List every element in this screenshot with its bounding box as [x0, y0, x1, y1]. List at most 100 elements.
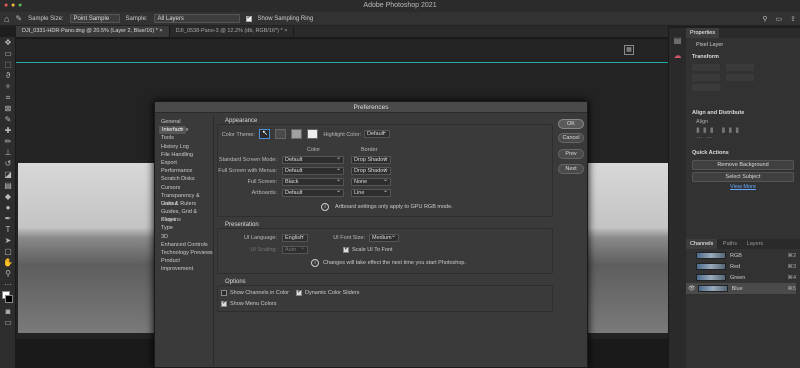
nav-enhanced-controls[interactable]: Enhanced Controls [159, 241, 213, 249]
share-icon[interactable]: ⇪ [790, 15, 796, 23]
screen-mode-icon[interactable]: ▭ [1, 317, 15, 328]
artboards-color-select[interactable]: Default [282, 188, 344, 197]
ok-button[interactable]: OK [558, 119, 584, 129]
pen-tool-icon[interactable]: ✒ [1, 213, 15, 224]
y-field[interactable] [726, 74, 754, 81]
healing-brush-tool-icon[interactable]: ✚ [1, 125, 15, 136]
eyedropper-icon[interactable]: ✎ [15, 14, 22, 23]
background-color[interactable] [5, 295, 13, 303]
view-more-link[interactable]: View More [686, 184, 800, 190]
quick-actions-section[interactable]: Quick Actions [686, 148, 800, 158]
standard-screen-color-select[interactable]: Default [282, 155, 344, 164]
nav-units-rulers[interactable]: Units & Rulers [159, 200, 213, 208]
angle-field[interactable] [692, 84, 720, 91]
marquee-tool-icon[interactable]: ⬚ [1, 59, 15, 70]
nav-type[interactable]: Type [159, 224, 213, 232]
ui-font-size-select[interactable]: Medium [369, 233, 399, 242]
sample-size-select[interactable]: Point Sample [69, 14, 120, 23]
blur-tool-icon[interactable]: ◆ [1, 191, 15, 202]
eyedropper-tool-icon[interactable]: ✎ [1, 114, 15, 125]
nav-performance[interactable]: Performance [159, 167, 213, 175]
align-distribute-section[interactable]: Align and Distribute [686, 108, 800, 118]
maximize-window-icon[interactable]: ● [18, 0, 22, 12]
frame-tool-icon[interactable]: ⊠ [1, 103, 15, 114]
theme-swatch-lightest[interactable] [307, 129, 318, 139]
close-tab-icon[interactable]: × [284, 28, 287, 34]
libraries-panel-icon[interactable]: ☁ [669, 51, 686, 60]
quick-mask-icon[interactable]: ◙ [1, 306, 15, 317]
history-panel-icon[interactable]: ▤ [669, 36, 686, 45]
quick-select-tool-icon[interactable]: ✧ [1, 81, 15, 92]
nav-tools[interactable]: Tools [159, 134, 213, 142]
highlight-color-select[interactable]: Default [364, 129, 390, 138]
ui-language-select[interactable]: English [282, 233, 308, 242]
crop-tool-icon[interactable]: ⌗ [1, 92, 15, 103]
minimize-window-icon[interactable]: ● [11, 0, 15, 12]
close-window-icon[interactable]: ● [4, 0, 8, 12]
more-tools-icon[interactable]: ··· [1, 279, 15, 290]
select-subject-button[interactable]: Select Subject [692, 172, 794, 182]
height-field[interactable] [726, 64, 754, 71]
nav-export[interactable]: Export [159, 159, 213, 167]
show-channels-color-checkbox[interactable] [221, 290, 227, 296]
prev-button[interactable]: Prev [558, 149, 584, 159]
artboard-icon[interactable]: ▦ [624, 45, 634, 55]
type-tool-icon[interactable]: T [1, 224, 15, 235]
nav-interface[interactable]: Interface [159, 125, 187, 135]
dynamic-color-sliders-checkbox[interactable] [296, 288, 302, 296]
tab-channels[interactable]: Channels [686, 239, 718, 249]
nav-cursors[interactable]: Cursors [159, 184, 213, 192]
move-tool-icon[interactable]: ✥ [1, 37, 15, 48]
transform-section[interactable]: Transform [686, 52, 800, 62]
theme-swatch-dark[interactable] [275, 129, 286, 139]
close-tab-icon[interactable]: × [159, 28, 162, 34]
tab-paths[interactable]: Paths [719, 239, 741, 249]
ui-scaling-select[interactable]: Auto [282, 245, 308, 254]
nav-history-log[interactable]: History Log [159, 143, 213, 151]
doc-tab-1[interactable]: DJI_0331-HDR-Pano.dng @ 20.5% (Layer 2, … [16, 26, 170, 37]
full-screen-menus-border-select[interactable]: Drop Shadow [351, 166, 391, 175]
brush-tool-icon[interactable]: ✏ [1, 136, 15, 147]
remove-background-button[interactable]: Remove Background [692, 160, 794, 170]
nav-general[interactable]: General [159, 118, 213, 126]
artboards-border-select[interactable]: Line [351, 188, 391, 197]
workspace-icon[interactable]: ▭ [776, 15, 783, 23]
nav-product-improvement[interactable]: Product Improvement [159, 257, 213, 272]
gradient-tool-icon[interactable]: ▤ [1, 180, 15, 191]
channel-blue[interactable]: 👁 Blue ⌘5 [686, 283, 796, 294]
nav-plugins[interactable]: Plug-ins [159, 216, 213, 224]
dodge-tool-icon[interactable]: ● [1, 202, 15, 213]
standard-screen-border-select[interactable]: Drop Shadow [351, 155, 391, 164]
show-menu-colors-checkbox[interactable] [221, 299, 227, 307]
next-button[interactable]: Next [558, 164, 584, 174]
align-buttons[interactable]: ▮▮▮ ▮▮▮ ⋯⋯ [696, 126, 790, 148]
channel-red[interactable]: Red ⌘3 [696, 261, 796, 272]
nav-scratch-disks[interactable]: Scratch Disks [159, 175, 213, 183]
nav-file-handling[interactable]: File Handling [159, 151, 213, 159]
home-icon[interactable]: ⌂ [4, 14, 9, 24]
nav-transparency-gamut[interactable]: Transparency & Gamut [159, 192, 213, 207]
theme-swatch-darkest[interactable]: ↖ [259, 129, 270, 139]
rectangle-tool-icon[interactable]: ▢ [1, 246, 15, 257]
doc-tab-2[interactable]: DJI_0538-Pano-3 @ 12.2% (db, RGB/16*) * … [170, 26, 295, 37]
channel-rgb[interactable]: RGB ⌘2 [696, 250, 796, 261]
tab-properties[interactable]: Properties [686, 28, 720, 38]
scale-ui-font-checkbox[interactable] [343, 245, 349, 253]
lasso-tool-icon[interactable]: ϑ [1, 70, 15, 81]
search-icon[interactable]: ⚲ [762, 15, 767, 23]
clone-stamp-tool-icon[interactable]: ⊥ [1, 147, 15, 158]
channel-green[interactable]: Green ⌘4 [696, 272, 796, 283]
sample-select[interactable]: All Layers [153, 14, 240, 23]
hand-tool-icon[interactable]: ✋ [1, 257, 15, 268]
artboard-tool-icon[interactable]: ▭ [1, 48, 15, 59]
x-field[interactable] [692, 74, 720, 81]
tab-layers[interactable]: Layers [743, 239, 768, 249]
nav-technology-previews[interactable]: Technology Previews [159, 249, 213, 257]
nav-guides-grid-slices[interactable]: Guides, Grid & Slices [159, 208, 213, 223]
color-swatches[interactable] [0, 290, 15, 306]
full-screen-menus-color-select[interactable]: Default [282, 166, 344, 175]
eye-icon[interactable]: 👁 [688, 285, 696, 292]
full-screen-color-select[interactable]: Black [282, 177, 344, 186]
full-screen-border-select[interactable]: None [351, 177, 391, 186]
theme-swatch-light[interactable] [291, 129, 302, 139]
